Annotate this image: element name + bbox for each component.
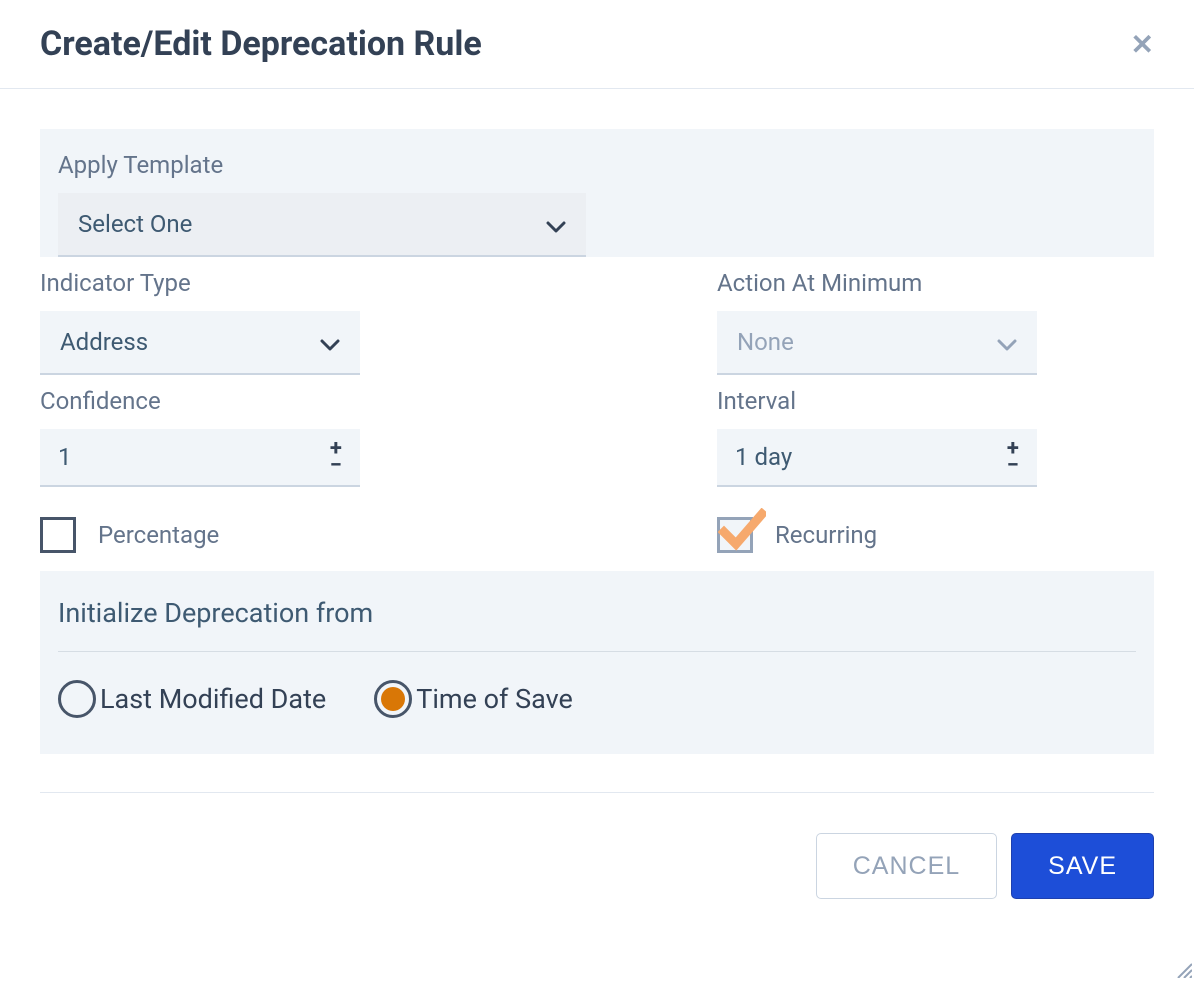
interval-value: 1 day bbox=[735, 443, 792, 471]
action-at-minimum-value: None bbox=[737, 328, 794, 356]
spinner-buttons: + − bbox=[1007, 441, 1019, 474]
chevron-down-icon bbox=[546, 218, 566, 230]
modal-header: Create/Edit Deprecation Rule ✕ bbox=[0, 0, 1194, 89]
confidence-field: Confidence 1 + − bbox=[40, 387, 477, 487]
radio-time-of-save-label: Time of Save bbox=[416, 683, 573, 715]
percentage-checkbox[interactable] bbox=[40, 517, 76, 553]
initialize-title: Initialize Deprecation from bbox=[58, 597, 1136, 629]
radio-circle bbox=[58, 680, 96, 718]
confidence-label: Confidence bbox=[40, 387, 477, 415]
interval-spinner[interactable]: 1 day + − bbox=[717, 429, 1037, 487]
save-button[interactable]: SAVE bbox=[1011, 833, 1154, 899]
modal-body: Apply Template Select One Indicator Type… bbox=[0, 89, 1194, 774]
close-icon[interactable]: ✕ bbox=[1131, 28, 1154, 61]
confidence-decrement[interactable]: − bbox=[330, 458, 342, 473]
action-at-minimum-label: Action At Minimum bbox=[717, 269, 1154, 297]
interval-field: Interval 1 day + − bbox=[717, 387, 1154, 487]
chevron-down-icon bbox=[320, 336, 340, 348]
chevron-down-icon bbox=[997, 336, 1017, 348]
interval-decrement[interactable]: − bbox=[1007, 458, 1019, 473]
indicator-type-select[interactable]: Address bbox=[40, 311, 360, 375]
recurring-row: Recurring bbox=[717, 517, 1154, 553]
initialize-section: Initialize Deprecation from Last Modifie… bbox=[40, 571, 1154, 754]
apply-template-value: Select One bbox=[78, 210, 192, 238]
recurring-checkbox[interactable] bbox=[717, 517, 753, 553]
confidence-value: 1 bbox=[58, 443, 72, 471]
form-grid: Indicator Type Address Action At Minimum… bbox=[40, 269, 1154, 553]
confidence-spinner[interactable]: 1 + − bbox=[40, 429, 360, 487]
radio-last-modified[interactable]: Last Modified Date bbox=[58, 680, 326, 718]
percentage-label: Percentage bbox=[98, 521, 219, 549]
divider bbox=[58, 651, 1136, 652]
indicator-type-field: Indicator Type Address bbox=[40, 269, 477, 375]
action-at-minimum-field: Action At Minimum None bbox=[717, 269, 1154, 375]
cancel-button[interactable]: CANCEL bbox=[816, 833, 997, 899]
recurring-label: Recurring bbox=[775, 521, 877, 549]
radio-time-of-save[interactable]: Time of Save bbox=[374, 680, 573, 718]
radio-last-modified-label: Last Modified Date bbox=[100, 683, 326, 715]
apply-template-select[interactable]: Select One bbox=[58, 193, 586, 257]
action-at-minimum-select[interactable]: None bbox=[717, 311, 1037, 375]
spinner-buttons: + − bbox=[330, 441, 342, 474]
indicator-type-label: Indicator Type bbox=[40, 269, 477, 297]
modal-title: Create/Edit Deprecation Rule bbox=[40, 24, 482, 64]
interval-label: Interval bbox=[717, 387, 1154, 415]
modal-footer: CANCEL SAVE bbox=[40, 792, 1154, 929]
apply-template-label: Apply Template bbox=[58, 151, 1136, 179]
template-section: Apply Template Select One bbox=[40, 129, 1154, 257]
indicator-type-value: Address bbox=[60, 328, 148, 356]
resize-handle-icon[interactable] bbox=[1174, 960, 1192, 982]
deprecation-rule-modal: Create/Edit Deprecation Rule ✕ Apply Tem… bbox=[0, 0, 1194, 929]
radio-circle bbox=[374, 680, 412, 718]
percentage-row: Percentage bbox=[40, 517, 477, 553]
checkmark-icon bbox=[718, 508, 766, 552]
radio-row: Last Modified Date Time of Save bbox=[58, 680, 1136, 718]
